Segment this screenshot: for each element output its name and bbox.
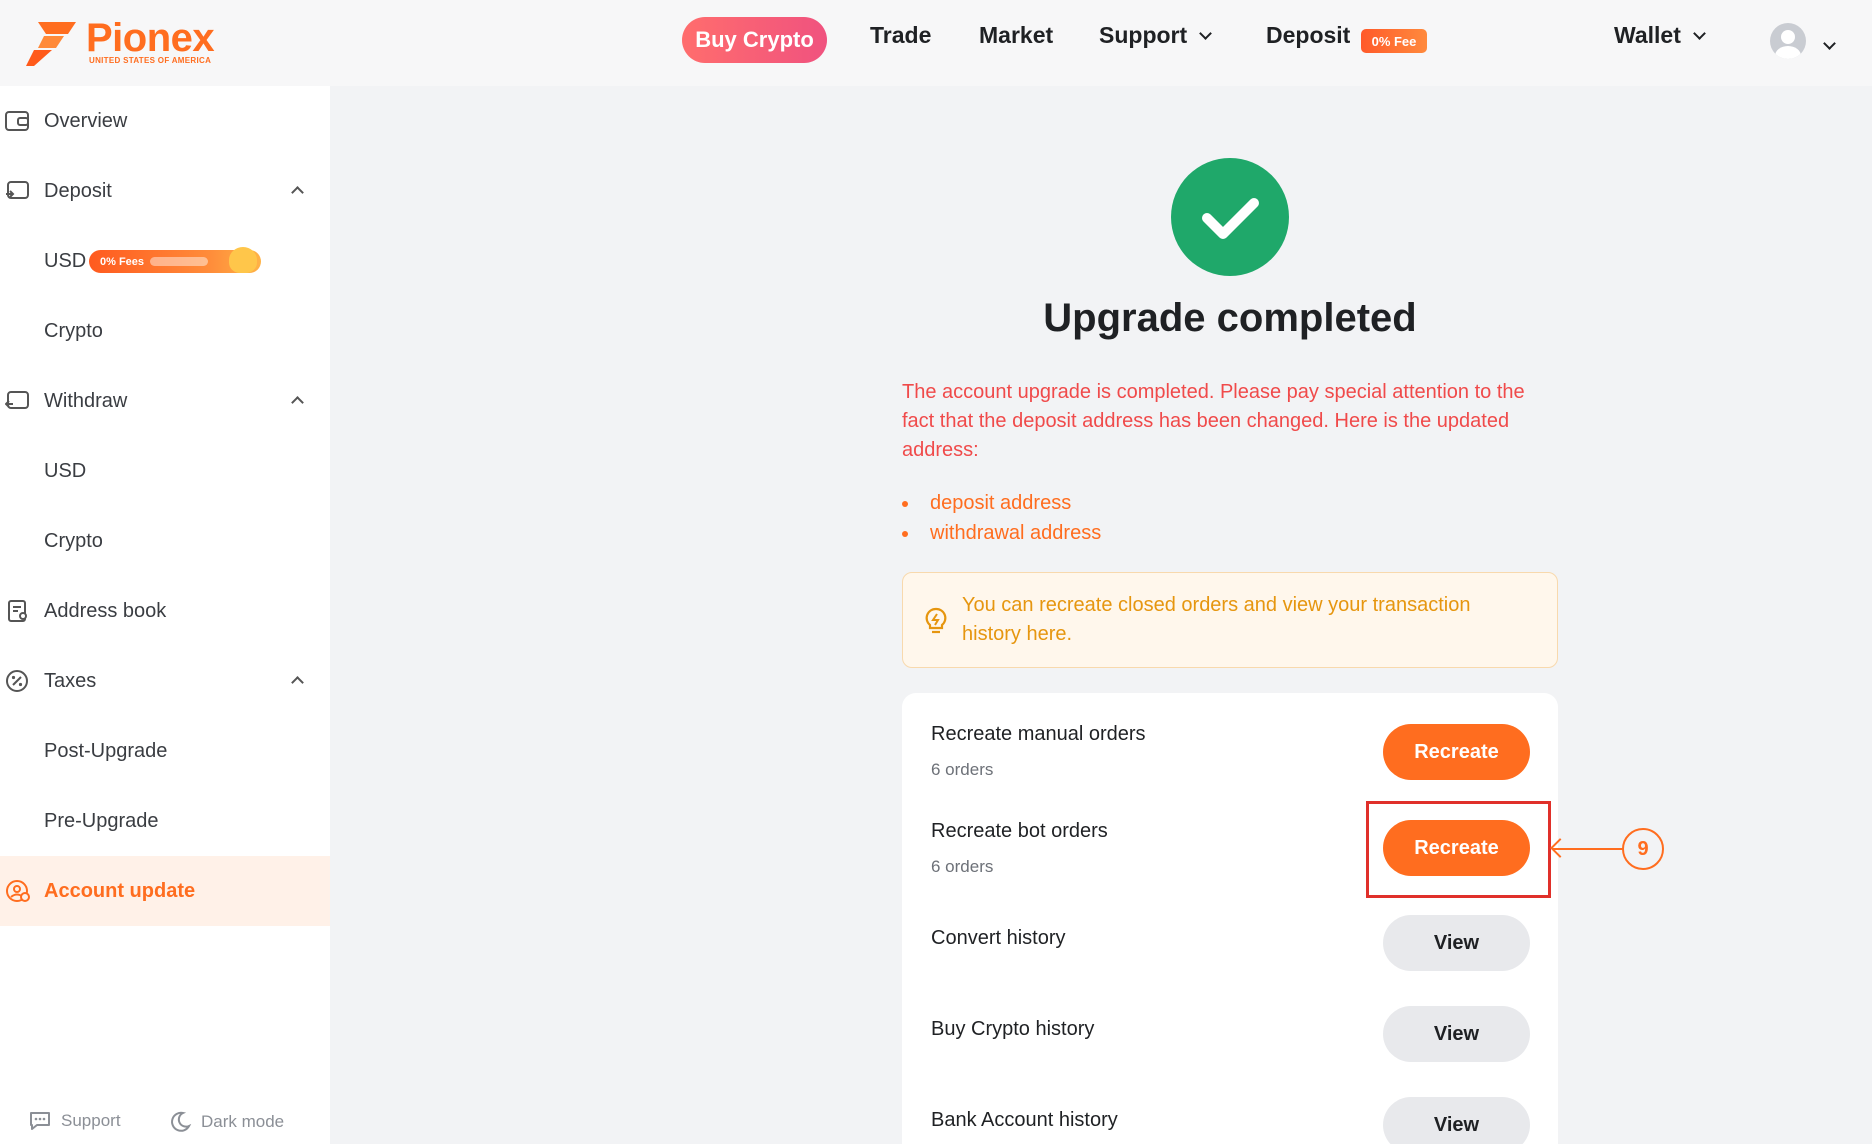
dark-mode-label: Dark mode <box>201 1112 285 1131</box>
row-label: Bank Account history <box>931 1109 1118 1131</box>
sidebar-item-overview[interactable]: Overview <box>0 86 330 156</box>
top-navbar: Pionex UNITED STATES OF AMERICA Buy Cryp… <box>0 0 1872 86</box>
upgrade-notice: The account upgrade is completed. Please… <box>902 381 1525 461</box>
footer-support-label: Support <box>61 1111 121 1130</box>
success-check-icon <box>1171 158 1289 276</box>
row-label: Recreate bot orders <box>931 820 1108 842</box>
nav-deposit[interactable]: Deposit <box>1266 22 1350 49</box>
account-update-icon <box>6 880 30 902</box>
address-book-icon <box>8 600 27 622</box>
dark-mode-toggle[interactable]: Dark mode <box>168 1110 284 1134</box>
sidebar-item-withdraw[interactable]: Withdraw <box>0 366 330 436</box>
row-label: Convert history <box>931 927 1066 949</box>
wallet-icon <box>5 111 29 131</box>
row-order-count: 6 orders <box>931 857 994 876</box>
sidebar-item-label: Pre-Upgrade <box>44 809 159 832</box>
sidebar-item-label: USD <box>44 459 87 482</box>
row-label: Buy Crypto history <box>931 1018 1095 1040</box>
zero-fee-promo-badge: 0% Fees <box>89 247 261 273</box>
nav-buy-crypto-button[interactable]: Buy Crypto <box>682 17 827 63</box>
sidebar-item-account-update[interactable]: Account update <box>0 856 330 926</box>
list-item: deposit address <box>902 488 1302 518</box>
nav-market[interactable]: Market <box>979 22 1053 49</box>
nav-support[interactable]: Support <box>1099 22 1213 49</box>
sidebar-item-deposit-usd[interactable]: USD 0% Fees <box>0 226 330 296</box>
tip-text: You can recreate closed orders and view … <box>962 594 1471 645</box>
sidebar-item-label: Crypto <box>44 319 103 342</box>
brand-subtitle: UNITED STATES OF AMERICA <box>89 56 212 65</box>
chat-bubble-icon <box>30 1112 50 1130</box>
chevron-down-icon <box>1823 37 1836 50</box>
sidebar-item-deposit-crypto[interactable]: Crypto <box>0 296 330 366</box>
step-number-badge: 9 <box>1622 828 1664 870</box>
sidebar-item-label: Overview <box>44 109 128 132</box>
percent-icon <box>6 670 28 692</box>
sidebar-item-label: Crypto <box>44 529 103 552</box>
highlight-box <box>1366 801 1551 898</box>
sidebar: Overview Deposit USD 0% Fees Crypto With… <box>0 86 330 1144</box>
brand-name: Pionex <box>86 16 215 60</box>
sidebar-item-pre-upgrade[interactable]: Pre-Upgrade <box>0 786 330 856</box>
pionex-logo[interactable]: Pionex UNITED STATES OF AMERICA <box>24 16 244 68</box>
chevron-down-icon <box>1693 27 1706 40</box>
nav-trade[interactable]: Trade <box>870 22 931 49</box>
bell-icon <box>229 247 257 273</box>
sidebar-item-label: Account update <box>44 879 196 902</box>
nav-support-label: Support <box>1099 22 1188 48</box>
sidebar-item-label: Deposit <box>44 179 112 202</box>
nav-wallet-label: Wallet <box>1614 22 1681 48</box>
sidebar-item-post-upgrade[interactable]: Post-Upgrade <box>0 716 330 786</box>
sidebar-item-label: Withdraw <box>44 389 128 412</box>
recreate-manual-orders-button[interactable]: Recreate <box>1383 724 1530 780</box>
withdraw-icon <box>5 391 29 409</box>
sidebar-item-label: Post-Upgrade <box>44 739 168 762</box>
sidebar-item-label: USD <box>44 249 87 272</box>
pionex-logo-icon <box>26 22 76 66</box>
account-menu-toggle[interactable] <box>1823 32 1836 59</box>
footer-support-link[interactable]: Support <box>28 1110 121 1132</box>
user-avatar[interactable] <box>1770 23 1806 59</box>
chevron-up-icon <box>291 186 304 199</box>
row-order-count: 6 orders <box>931 760 994 779</box>
sidebar-item-address-book[interactable]: Address book <box>0 576 330 646</box>
changed-address-list: deposit address withdrawal address <box>902 488 1302 548</box>
sidebar-item-withdraw-usd[interactable]: USD <box>0 436 330 506</box>
sidebar-item-deposit[interactable]: Deposit <box>0 156 330 226</box>
chevron-up-icon <box>291 676 304 689</box>
sidebar-item-withdraw-crypto[interactable]: Crypto <box>0 506 330 576</box>
deposit-icon <box>6 181 29 199</box>
lightbulb-icon <box>925 607 947 634</box>
view-convert-history-button[interactable]: View <box>1383 915 1530 971</box>
view-bank-account-history-button[interactable]: View <box>1383 1097 1530 1144</box>
list-item: withdrawal address <box>902 518 1302 548</box>
view-buy-crypto-history-button[interactable]: View <box>1383 1006 1530 1062</box>
row-label: Recreate manual orders <box>931 723 1146 745</box>
chevron-down-icon <box>1199 27 1213 40</box>
sidebar-item-label: Address book <box>44 599 167 622</box>
nav-wallet[interactable]: Wallet <box>1614 22 1706 49</box>
sidebar-item-label: Taxes <box>44 669 97 692</box>
info-tip-box: You can recreate closed orders and view … <box>902 572 1558 668</box>
chevron-up-icon <box>291 396 304 409</box>
deposit-fee-badge: 0% Fee <box>1361 29 1427 53</box>
page-title: Upgrade completed <box>1043 296 1417 340</box>
moon-icon <box>171 1111 192 1132</box>
recreate-history-card: Recreate manual orders 6 orders Recreate… <box>902 693 1558 1144</box>
sidebar-item-taxes[interactable]: Taxes <box>0 646 330 716</box>
